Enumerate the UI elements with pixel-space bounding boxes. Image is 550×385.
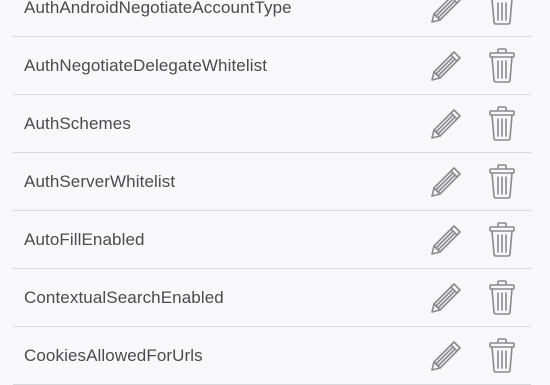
edit-button[interactable] [424, 334, 468, 378]
edit-button[interactable] [424, 218, 468, 262]
list-item[interactable]: AuthAndroidNegotiateAccountType [0, 0, 550, 37]
policy-name: AuthNegotiateDelegateWhitelist [24, 56, 268, 75]
policy-name: AuthSchemes [24, 114, 131, 133]
delete-button[interactable] [480, 218, 524, 262]
trash-icon [489, 48, 515, 83]
trash-icon [489, 164, 515, 199]
list-item[interactable]: AuthServerWhitelist [0, 153, 550, 211]
policy-name: CookiesAllowedForUrls [24, 346, 203, 365]
edit-button[interactable] [424, 160, 468, 204]
pencil-icon [431, 51, 461, 81]
list-item[interactable]: AutoFillEnabled [0, 211, 550, 269]
trash-icon [489, 106, 515, 141]
edit-button[interactable] [424, 44, 468, 88]
list-item[interactable]: AuthNegotiateDelegateWhitelist [0, 37, 550, 95]
list-item[interactable]: CookiesAllowedForUrls [0, 327, 550, 385]
delete-button[interactable] [480, 44, 524, 88]
edit-button[interactable] [424, 0, 468, 30]
delete-button[interactable] [480, 102, 524, 146]
edit-button[interactable] [424, 102, 468, 146]
list-item[interactable]: AuthSchemes [0, 95, 550, 153]
pencil-icon [431, 167, 461, 197]
delete-button[interactable] [480, 160, 524, 204]
policy-name: AutoFillEnabled [24, 230, 145, 249]
edit-button[interactable] [424, 276, 468, 320]
delete-button[interactable] [480, 334, 524, 378]
delete-button[interactable] [480, 0, 524, 30]
pencil-icon [431, 225, 461, 255]
trash-icon [491, 0, 513, 25]
trash-icon [489, 280, 515, 315]
pencil-icon [431, 109, 461, 139]
trash-icon [489, 338, 515, 373]
policy-list: AuthAndroidNegotiateAccountType AuthNego… [0, 0, 550, 385]
policy-name: AuthServerWhitelist [24, 172, 176, 191]
pencil-icon [431, 341, 461, 371]
delete-button[interactable] [480, 276, 524, 320]
pencil-icon [431, 0, 461, 23]
list-item[interactable]: ContextualSearchEnabled [0, 269, 550, 327]
pencil-icon [431, 283, 461, 313]
policy-name: AuthAndroidNegotiateAccountType [24, 0, 292, 17]
trash-icon [489, 222, 515, 257]
policy-name: ContextualSearchEnabled [24, 288, 224, 307]
